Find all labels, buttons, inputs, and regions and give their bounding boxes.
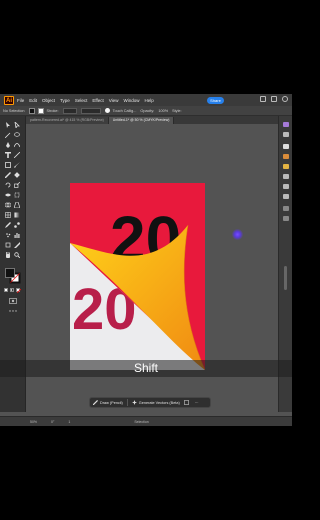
contextual-taskbar: Draw (Pencil) Generate Vectors (Beta) ··… [89,397,211,408]
properties-panel-icon[interactable] [283,122,289,127]
gradient-mode-icon[interactable] [10,288,14,292]
shape-tool-icon[interactable] [5,162,11,168]
current-tool-label: Selection [134,419,149,424]
share-button[interactable]: Share [207,97,224,104]
scale-tool-icon[interactable] [14,182,20,188]
draw-pencil-button[interactable]: Draw (Pencil) [93,400,123,405]
brush-tool-icon[interactable] [14,162,20,168]
artboard-number[interactable]: 1 [68,420,70,424]
generate-vectors-icon [131,400,137,405]
magic-wand-tool-icon[interactable] [5,132,11,138]
menu-view[interactable]: View [109,98,119,103]
stroke-label: Stroke: [46,108,59,113]
style-label: Style: [172,108,182,113]
taskbar-divider [126,399,128,406]
artwork-canvas: 20 20 [70,183,205,370]
hand-tool-icon[interactable] [5,252,11,258]
line-tool-icon[interactable] [14,152,20,158]
opacity-label: Opacity: [140,108,155,113]
menu-effect[interactable]: Effect [92,98,103,103]
ai-logo-icon: Ai [4,95,14,105]
draw-mode-icon[interactable] [9,298,17,304]
eraser-tool-icon[interactable] [14,172,20,178]
generate-vectors-label: Generate Vectors (Beta) [138,400,180,405]
control-bar: No Selection Stroke: Touch Callig... Opa… [0,106,292,116]
curvature-tool-icon[interactable] [14,142,20,148]
eyedropper-tool-icon[interactable] [5,222,11,228]
search-icon[interactable] [282,96,288,102]
menu-edit[interactable]: Edit [29,98,37,103]
menu-help[interactable]: Help [144,98,153,103]
taskbar-pin-button[interactable] [183,400,191,405]
scrollbar-handle[interactable] [284,266,287,290]
mesh-tool-icon[interactable] [5,212,11,218]
arrange-icon[interactable] [271,96,277,102]
stroke-swatch[interactable] [37,107,44,114]
pencil-tool-icon[interactable] [5,172,11,178]
slice-tool-icon[interactable] [14,242,20,248]
blend-tool-icon[interactable] [14,222,20,228]
shape-builder-tool-icon[interactable] [5,202,11,208]
rotation-angle[interactable]: 0° [51,420,54,424]
selection-status: No Selection [3,108,25,113]
align-panel-icon[interactable] [283,216,289,221]
window-controls [260,96,288,102]
appearance-panel-icon[interactable] [283,206,289,211]
artboard-tool-icon[interactable] [5,242,11,248]
zoom-level[interactable]: 50% [30,420,37,424]
pen-tool-icon[interactable] [5,142,11,148]
edit-toolbar-icon[interactable] [9,310,17,312]
tab-untitled-1[interactable]: Untitled-1* @ 50 % (CMYK/Preview) [108,117,175,124]
menu-object[interactable]: Object [42,98,55,103]
fill-stroke-icon[interactable] [5,268,21,284]
swatches-panel-icon[interactable] [283,164,289,169]
color-mode-icon[interactable] [4,288,8,292]
fill-swatch[interactable] [28,107,35,114]
lasso-tool-icon[interactable] [14,132,20,138]
zoom-tool-icon[interactable] [14,252,20,258]
free-transform-tool-icon[interactable] [14,192,20,198]
cursor-highlight [232,229,243,240]
tab-pattern-recovered[interactable]: pattern-Recovered.ai* @ 415 % (RGB/Previ… [26,117,109,124]
none-mode-icon[interactable] [16,288,21,293]
pencil-icon [93,400,98,405]
opacity-value[interactable]: 100% [158,109,168,113]
gradient-tool-icon[interactable] [14,212,20,218]
menu-file[interactable]: File [17,98,24,103]
status-bar: 50% 0° 1 Selection [0,416,292,426]
document-tabs: pattern-Recovered.ai* @ 415 % (RGB/Previ… [26,116,292,124]
type-tool-icon[interactable] [5,152,11,158]
artboard: 20 20 [70,183,205,370]
menu-select[interactable]: Select [75,98,88,103]
draw-pencil-label: Draw (Pencil) [100,400,123,405]
rotate-tool-icon[interactable] [5,182,11,188]
graph-tool-icon[interactable] [14,232,20,238]
brush-style-label[interactable]: Touch Callig... [113,109,137,113]
generate-vectors-button[interactable]: Generate Vectors (Beta) [131,400,180,405]
shift-key-label: Shift [133,361,158,375]
direct-selection-tool-icon[interactable] [14,122,20,128]
layers-panel-icon[interactable] [283,132,289,137]
width-tool-icon[interactable] [5,192,11,198]
variable-width-field[interactable] [80,107,101,114]
stroke-weight-field[interactable] [62,107,77,114]
video-frame: Ai File Edit Object Type Select Effect V… [0,0,292,520]
symbol-sprayer-tool-icon[interactable] [5,232,11,238]
symbols-panel-icon[interactable] [283,184,289,189]
pin-icon [183,400,189,405]
menu-window[interactable]: Window [123,98,139,103]
menu-type[interactable]: Type [60,98,70,103]
selection-tool-icon[interactable] [5,122,11,128]
taskbar-more-button[interactable]: ··· [195,401,199,405]
keystroke-overlay: Shift [0,360,292,377]
color-panel-icon[interactable] [283,154,289,159]
brushes-panel-icon[interactable] [283,174,289,179]
brush-swatch[interactable] [104,108,110,113]
perspective-grid-tool-icon[interactable] [14,202,20,208]
libraries-panel-icon[interactable] [283,144,289,149]
workspace-icon[interactable] [260,96,266,102]
stroke-panel-icon[interactable] [283,194,289,199]
menu-bar: Ai File Edit Object Type Select Effect V… [0,94,292,106]
